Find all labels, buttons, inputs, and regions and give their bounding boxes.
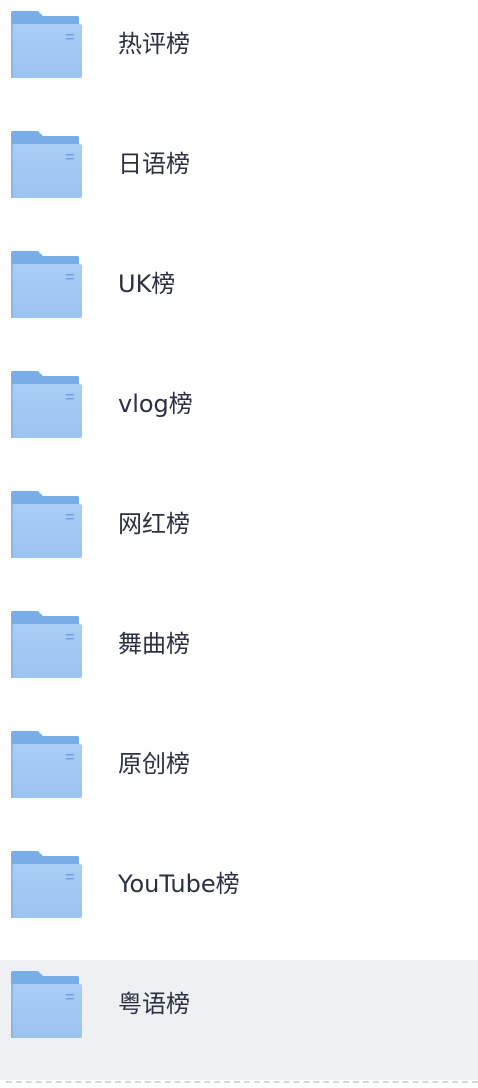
folder-item-youtube[interactable]: YouTube榜 [0,840,478,960]
playlist-folder-list: 热评榜 日语榜 UK榜 vlog榜 网红榜 舞曲榜 原创榜 YouTube榜 粤… [0,0,478,1088]
folder-item-label: vlog榜 [118,390,193,418]
bottom-divider [6,1081,478,1083]
folder-item-label: 原创榜 [118,750,190,778]
folder-item-japanese[interactable]: 日语榜 [0,120,478,240]
folder-icon [10,610,82,678]
folder-icon [10,490,82,558]
folder-item-label: 日语榜 [118,150,190,178]
folder-item-label: 网红榜 [118,510,190,538]
folder-item-hot-comments[interactable]: 热评榜 [0,0,478,120]
folder-item-cantonese[interactable]: 粤语榜 [0,960,478,1080]
folder-icon [10,730,82,798]
folder-item-influencer[interactable]: 网红榜 [0,480,478,600]
folder-item-label: 热评榜 [118,30,190,58]
folder-item-uk[interactable]: UK榜 [0,240,478,360]
folder-item-label: 粤语榜 [118,990,190,1018]
folder-icon [10,850,82,918]
folder-icon [10,250,82,318]
folder-icon [10,370,82,438]
folder-item-label: YouTube榜 [118,870,240,898]
folder-item-dance[interactable]: 舞曲榜 [0,600,478,720]
folder-icon [10,130,82,198]
folder-icon [10,10,82,78]
folder-item-label: 舞曲榜 [118,630,190,658]
folder-item-vlog[interactable]: vlog榜 [0,360,478,480]
folder-item-label: UK榜 [118,270,176,298]
folder-icon [10,970,82,1038]
folder-item-original[interactable]: 原创榜 [0,720,478,840]
